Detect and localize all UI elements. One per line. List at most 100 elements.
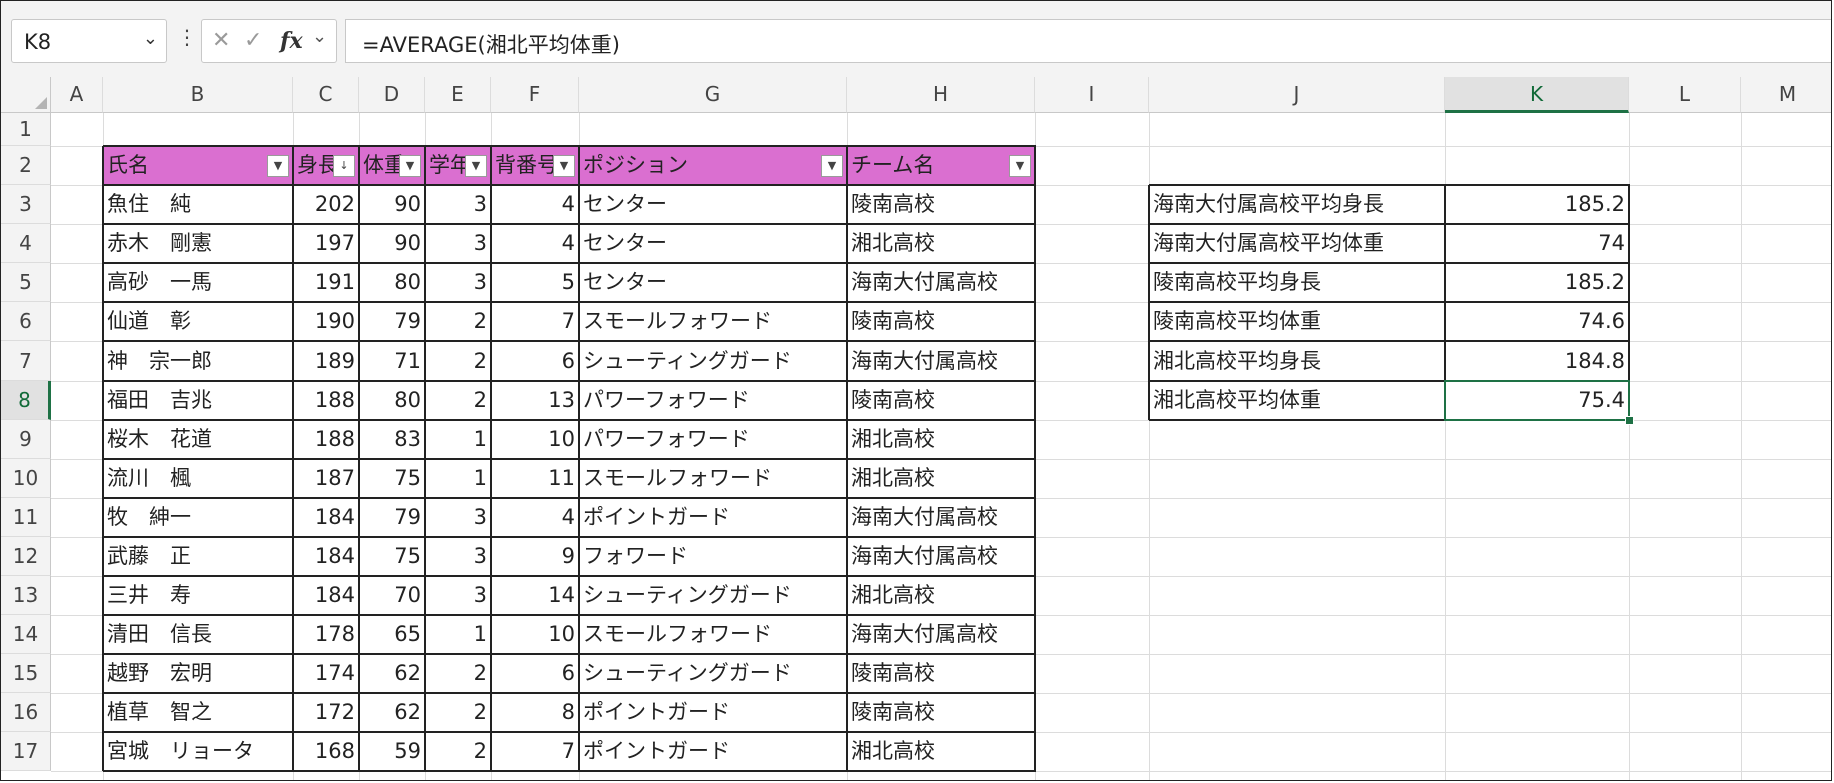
table-cell[interactable]: 80	[359, 381, 425, 420]
table-cell[interactable]: 11	[491, 459, 579, 498]
column-header-g[interactable]: G	[579, 77, 847, 113]
column-header-d[interactable]: D	[359, 77, 425, 113]
table-cell[interactable]: 清田 信長	[103, 615, 293, 654]
table-cell[interactable]: 13	[491, 381, 579, 420]
summary-label[interactable]: 陵南高校平均身長	[1149, 263, 1445, 302]
table-cell[interactable]: 191	[293, 263, 359, 302]
fill-handle[interactable]	[1625, 416, 1634, 425]
table-cell[interactable]: 湘北高校	[847, 576, 1035, 615]
table-cell[interactable]: 65	[359, 615, 425, 654]
table-cell[interactable]: 陵南高校	[847, 654, 1035, 693]
filter-dropdown-icon[interactable]: ▼	[267, 155, 289, 177]
sort-descending-icon[interactable]: ↓	[333, 155, 355, 177]
table-cell[interactable]: 1	[425, 459, 491, 498]
formula-input[interactable]: =AVERAGE(湘北平均体重)	[345, 19, 1831, 63]
filter-dropdown-icon[interactable]: ▼	[821, 155, 843, 177]
table-cell[interactable]: 2	[425, 341, 491, 381]
summary-label[interactable]: 陵南高校平均体重	[1149, 302, 1445, 341]
table-cell[interactable]: 植草 智之	[103, 693, 293, 732]
column-header-k[interactable]: K	[1445, 77, 1629, 113]
table-cell[interactable]: 三井 寿	[103, 576, 293, 615]
table-cell[interactable]: 70	[359, 576, 425, 615]
column-header-j[interactable]: J	[1149, 77, 1445, 113]
row-header-15[interactable]: 15	[1, 654, 51, 693]
summary-label[interactable]: 湘北高校平均身長	[1149, 341, 1445, 381]
table-cell[interactable]: 越野 宏明	[103, 654, 293, 693]
column-header-m[interactable]: M	[1741, 77, 1831, 113]
row-header-16[interactable]: 16	[1, 693, 51, 732]
table-cell[interactable]: 184	[293, 576, 359, 615]
table-cell[interactable]: 陵南高校	[847, 302, 1035, 341]
summary-value[interactable]: 74	[1445, 224, 1629, 263]
table-cell[interactable]: 202	[293, 185, 359, 224]
table-cell[interactable]: シューティングガード	[579, 654, 847, 693]
table-cell[interactable]: 3	[425, 224, 491, 263]
name-box[interactable]: K8 ⌄	[11, 19, 167, 63]
table-header-cell[interactable]: チーム名	[847, 146, 1035, 185]
table-cell[interactable]: 2	[425, 693, 491, 732]
table-cell[interactable]: 190	[293, 302, 359, 341]
table-cell[interactable]: 9	[491, 537, 579, 576]
table-cell[interactable]: 6	[491, 341, 579, 381]
filter-dropdown-icon[interactable]: ▼	[553, 155, 575, 177]
more-options-icon[interactable]: ⋮	[177, 27, 197, 47]
table-cell[interactable]: 2	[425, 732, 491, 771]
table-cell[interactable]: 2	[425, 381, 491, 420]
table-cell[interactable]: 59	[359, 732, 425, 771]
table-cell[interactable]: 197	[293, 224, 359, 263]
table-cell[interactable]: 174	[293, 654, 359, 693]
row-header-8[interactable]: 8	[1, 381, 51, 420]
table-cell[interactable]: 62	[359, 693, 425, 732]
table-cell[interactable]: ポイントガード	[579, 498, 847, 537]
table-cell[interactable]: 牧 紳一	[103, 498, 293, 537]
insert-function-icon[interactable]: fx	[280, 28, 303, 54]
table-cell[interactable]: 184	[293, 537, 359, 576]
table-cell[interactable]: 3	[425, 498, 491, 537]
table-cell[interactable]: 6	[491, 654, 579, 693]
table-cell[interactable]: 71	[359, 341, 425, 381]
table-cell[interactable]: 75	[359, 537, 425, 576]
table-cell[interactable]: 流川 楓	[103, 459, 293, 498]
table-cell[interactable]: 14	[491, 576, 579, 615]
table-cell[interactable]: 188	[293, 381, 359, 420]
table-cell[interactable]: ポイントガード	[579, 693, 847, 732]
table-cell[interactable]: 1	[425, 420, 491, 459]
table-cell[interactable]: 75	[359, 459, 425, 498]
table-cell[interactable]: スモールフォワード	[579, 615, 847, 654]
enter-icon[interactable]: ✓	[244, 28, 262, 53]
summary-label[interactable]: 海南大付属高校平均身長	[1149, 185, 1445, 224]
select-all-button[interactable]	[1, 77, 51, 113]
summary-value[interactable]: 184.8	[1445, 341, 1629, 381]
chevron-down-icon[interactable]: ⌄	[312, 26, 327, 47]
table-cell[interactable]: 4	[491, 185, 579, 224]
column-header-e[interactable]: E	[425, 77, 491, 113]
row-header-6[interactable]: 6	[1, 302, 51, 341]
table-cell[interactable]: 90	[359, 185, 425, 224]
table-cell[interactable]: パワーフォワード	[579, 420, 847, 459]
table-cell[interactable]: 3	[425, 185, 491, 224]
row-header-5[interactable]: 5	[1, 263, 51, 302]
row-header-14[interactable]: 14	[1, 615, 51, 654]
table-cell[interactable]: 187	[293, 459, 359, 498]
row-header-13[interactable]: 13	[1, 576, 51, 615]
column-header-c[interactable]: C	[293, 77, 359, 113]
table-cell[interactable]: 湘北高校	[847, 459, 1035, 498]
row-header-1[interactable]: 1	[1, 113, 51, 146]
filter-dropdown-icon[interactable]: ▼	[1009, 155, 1031, 177]
summary-value[interactable]: 185.2	[1445, 263, 1629, 302]
table-cell[interactable]: 武藤 正	[103, 537, 293, 576]
column-header-h[interactable]: H	[847, 77, 1035, 113]
column-header-i[interactable]: I	[1035, 77, 1149, 113]
table-cell[interactable]: 高砂 一馬	[103, 263, 293, 302]
row-header-3[interactable]: 3	[1, 185, 51, 224]
row-header-4[interactable]: 4	[1, 224, 51, 263]
row-header-7[interactable]: 7	[1, 341, 51, 381]
table-cell[interactable]: 168	[293, 732, 359, 771]
table-cell[interactable]: 魚住 純	[103, 185, 293, 224]
summary-label[interactable]: 湘北高校平均体重	[1149, 381, 1445, 420]
table-cell[interactable]: 5	[491, 263, 579, 302]
table-cell[interactable]: 178	[293, 615, 359, 654]
table-cell[interactable]: 10	[491, 615, 579, 654]
table-cell[interactable]: 仙道 彰	[103, 302, 293, 341]
summary-value[interactable]: 74.6	[1445, 302, 1629, 341]
